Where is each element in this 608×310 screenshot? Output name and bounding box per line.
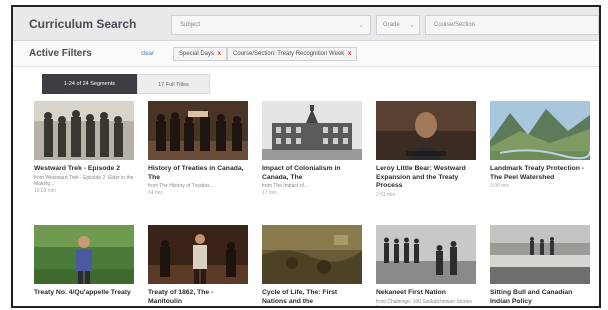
result-title[interactable]: Cycle of Life, The: First Nations and th… — [262, 289, 362, 306]
chevron-down-icon: ⌄ — [358, 22, 364, 29]
active-filters-title: Active Filters — [29, 48, 92, 59]
result-card[interactable]: Cycle of Life, The: First Nations and th… — [262, 225, 362, 306]
result-source: from Challenge: 100 Saskatchewan Stories… — [376, 298, 472, 308]
grade-select[interactable]: Grade ⌄ — [376, 15, 420, 35]
grade-placeholder: Grade — [383, 22, 400, 28]
filter-chip-label: Special Days — [179, 51, 215, 57]
result-card[interactable]: Treaty of 1862, The - Manitoulin — [148, 225, 248, 306]
result-card[interactable]: Nekaneet First Nation from Challenge: 10… — [376, 225, 476, 308]
thumbnail-bw-river[interactable] — [490, 225, 590, 284]
filter-chip-label: Course/Section: Treaty Recognition Week — [233, 51, 345, 57]
result-source: from The History of Treaties... — [148, 183, 214, 189]
filter-chip-course-section[interactable]: Course/Section: Treaty Recognition Week … — [227, 47, 358, 61]
tab-segments[interactable]: 1-24 of 24 Segments — [42, 74, 137, 94]
result-title[interactable]: Treaty No. 4/Qu'appelle Treaty — [34, 289, 134, 298]
result-title[interactable]: Treaty of 1862, The - Manitoulin — [148, 289, 248, 306]
tab-full-titles[interactable]: 17 Full Titles — [137, 74, 210, 94]
course-section-input[interactable]: Course/Section — [425, 15, 599, 35]
result-card[interactable]: History of Treaties in Canada, The from … — [148, 101, 248, 196]
subject-placeholder: Subject — [180, 22, 201, 28]
thumbnail-mountains[interactable] — [490, 101, 590, 160]
chevron-down-icon: ⌄ — [409, 22, 415, 29]
filter-chip-special-days[interactable]: Special Days x — [173, 47, 228, 61]
curriculum-search-bar: Curriculum Search Subject ⌄ Grade ⌄ Cour… — [13, 7, 599, 41]
remove-filter-icon[interactable]: x — [348, 51, 351, 57]
clear-filters-link[interactable]: clear — [141, 51, 154, 57]
result-card[interactable]: Landmark Treaty Protection - The Peel Wa… — [490, 101, 590, 189]
active-filters-bar: Active Filters clear Special Days x Cour… — [13, 41, 599, 67]
thumbnail-sepia-group[interactable] — [148, 101, 248, 160]
thumbnail-painting[interactable] — [262, 225, 362, 284]
result-duration: 14 min — [148, 190, 164, 196]
result-title[interactable]: Leroy Little Bear: Westward Expansion an… — [376, 165, 476, 191]
result-title[interactable]: History of Treaties in Canada, The — [148, 165, 248, 182]
result-source: from The Impact of... — [262, 183, 309, 189]
result-title[interactable]: Landmark Treaty Protection - The Peel Wa… — [490, 165, 590, 182]
result-card[interactable]: Treaty No. 4/Qu'appelle Treaty — [34, 225, 134, 299]
result-duration: 17 min — [262, 190, 278, 196]
thumbnail-sepia-stage[interactable] — [148, 225, 248, 284]
result-duration: 3:08 min — [490, 183, 510, 189]
thumbnail-bw-building[interactable] — [262, 101, 362, 160]
result-card[interactable]: Sitting Bull and Canadian Indian Policy — [490, 225, 590, 306]
result-title[interactable]: Westward Trek - Episode 2 — [34, 165, 134, 174]
thumbnail-portrait[interactable] — [376, 101, 476, 160]
subject-select[interactable]: Subject ⌄ — [171, 15, 371, 35]
result-card[interactable]: Impact of Colonialism in Canada, The fro… — [262, 101, 362, 196]
thumbnail-bw-soldiers[interactable] — [376, 225, 476, 284]
search-title: Curriculum Search — [29, 17, 137, 31]
result-title[interactable]: Nekaneet First Nation — [376, 289, 476, 298]
thumbnail-green-man[interactable] — [34, 225, 134, 284]
result-title[interactable]: Sitting Bull and Canadian Indian Policy — [490, 289, 590, 306]
remove-filter-icon[interactable]: x — [218, 51, 221, 57]
result-card[interactable]: Westward Trek - Episode 2 from Westward … — [34, 101, 134, 194]
result-card[interactable]: Leroy Little Bear: Westward Expansion an… — [376, 101, 476, 198]
thumbnail-sepia-people[interactable] — [34, 101, 134, 160]
app-frame: Curriculum Search Subject ⌄ Grade ⌄ Cour… — [11, 5, 601, 308]
course-placeholder: Course/Section — [434, 22, 476, 28]
result-duration: 13:02 min — [34, 187, 56, 194]
result-source: from Westward Trek - Episode 2: Elder in… — [34, 174, 134, 187]
result-duration: 2:51 min — [376, 191, 396, 198]
result-title[interactable]: Impact of Colonialism in Canada, The — [262, 165, 362, 182]
